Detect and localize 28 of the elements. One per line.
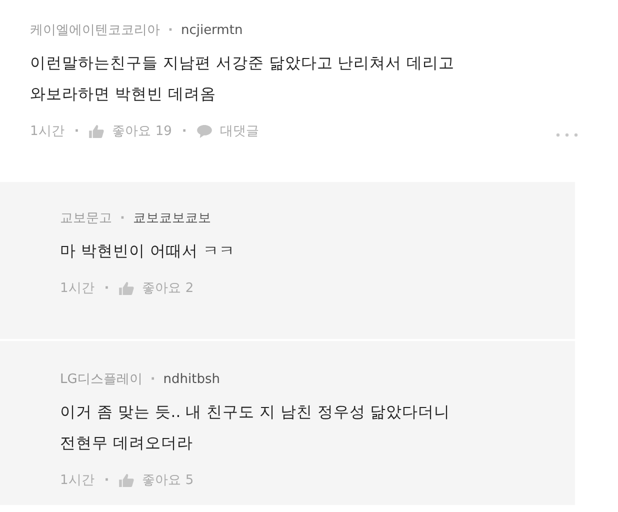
username[interactable]: ncjiermtn [180, 22, 243, 38]
time-label: 1시간 [60, 472, 94, 489]
separator-dot: · [120, 210, 125, 226]
reply-text: 마 박현빈이 어때서 ㅋㅋ [60, 241, 236, 262]
company-name: 케이엘에이텐코코리아 [30, 22, 160, 39]
more-icon[interactable] [556, 133, 578, 137]
thumbs-up-icon[interactable] [119, 282, 134, 294]
thumbs-up-icon[interactable] [89, 124, 104, 138]
like-count[interactable]: 좋아요 2 [142, 279, 194, 297]
company-name: 교보문고 [60, 210, 112, 227]
username[interactable]: ndhitbsh [163, 372, 220, 386]
time-label: 1시간 [60, 280, 94, 297]
company-name: LG디스플레이 [60, 371, 142, 388]
like-count[interactable]: 좋아요 5 [142, 471, 194, 489]
like-count[interactable]: 좋아요 19 [112, 122, 172, 140]
separator-dot: · [168, 22, 173, 38]
separator-dot: · [104, 472, 110, 488]
speech-bubble-icon[interactable] [196, 124, 212, 138]
reply-text: 이거 좀 맞는 듯.. 내 친구도 지 남친 정우성 닮았다더니 전현무 데려오더라 [60, 402, 452, 454]
separator-dot: · [74, 124, 80, 138]
separator-dot: · [104, 280, 110, 296]
time-label: 1시간 [30, 123, 64, 140]
comment-text: 이런말하는친구들 지남편 서강준 닮았다고 난리쳐서 데리고 와보라하면 박현빈 데려옴 [30, 53, 456, 105]
separator-dot: · [150, 372, 156, 386]
separator-dot: · [182, 124, 187, 138]
reply-link[interactable]: 대댓글 [220, 122, 259, 140]
username[interactable]: 쿄보쿄보쿄보 [132, 209, 211, 227]
thumbs-up-icon[interactable] [119, 474, 134, 486]
